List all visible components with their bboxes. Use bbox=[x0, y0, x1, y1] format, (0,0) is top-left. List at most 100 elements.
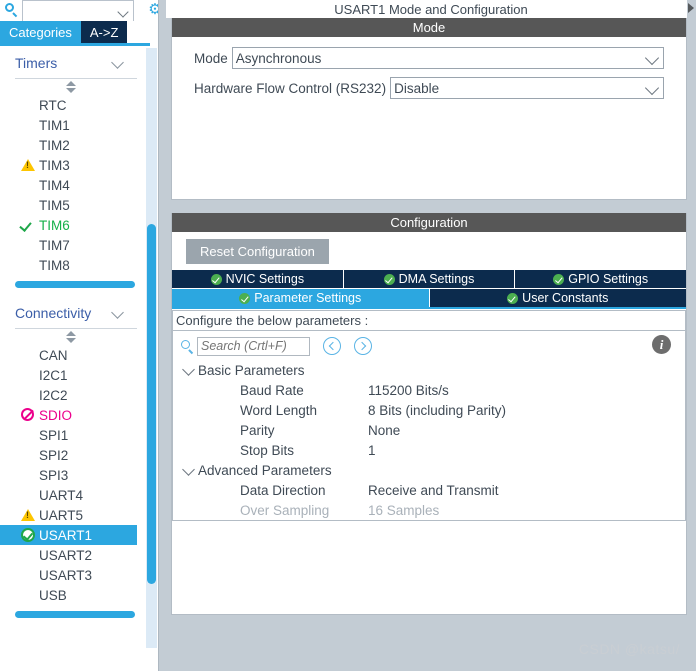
list-item[interactable]: TIM3 bbox=[0, 155, 137, 175]
field-row-hardware-flow-control: Hardware Flow Control (RS232) Disable bbox=[194, 77, 664, 99]
list-item[interactable]: TIM5 bbox=[0, 195, 137, 215]
list-item[interactable]: RTC bbox=[0, 95, 137, 115]
chevron-down-icon[interactable] bbox=[182, 463, 196, 477]
parameter-value[interactable]: 1 bbox=[368, 443, 685, 458]
reset-configuration-button[interactable]: Reset Configuration bbox=[186, 239, 329, 264]
spinner-up-icon[interactable] bbox=[66, 331, 76, 336]
list-item-label: SPI3 bbox=[39, 467, 69, 483]
list-item[interactable]: USB bbox=[0, 585, 137, 605]
chevron-down-icon[interactable] bbox=[641, 48, 663, 68]
list-item[interactable]: USART3 bbox=[0, 565, 137, 585]
parameter-name: Data Direction bbox=[240, 482, 326, 498]
parameters-search-input[interactable] bbox=[197, 336, 310, 356]
warning-triangle-icon bbox=[20, 507, 37, 523]
parameter-value[interactable]: Receive and Transmit bbox=[368, 483, 685, 498]
tab-a-to-z[interactable]: A->Z bbox=[80, 21, 128, 43]
chevron-right-circle-icon[interactable] bbox=[354, 337, 372, 355]
panel-scrollbar-edge[interactable] bbox=[687, 0, 696, 671]
status-icon-none bbox=[20, 487, 37, 503]
peripheral-search-combo[interactable] bbox=[22, 0, 134, 22]
info-icon[interactable]: i bbox=[652, 335, 671, 354]
list-item-label: TIM7 bbox=[39, 237, 70, 253]
tree-vertical-scrollbar[interactable] bbox=[146, 48, 157, 648]
chevron-left-circle-icon[interactable] bbox=[323, 337, 341, 355]
hardware-flow-control-select[interactable]: Disable bbox=[390, 77, 664, 99]
list-item[interactable]: TIM8 bbox=[0, 255, 137, 275]
chevron-down-icon[interactable] bbox=[111, 306, 125, 320]
list-item[interactable]: TIM7 bbox=[0, 235, 137, 255]
peripheral-tree: Timers RTC TIM1 TIM2 TIM3 bbox=[0, 48, 166, 671]
tab-dma-settings[interactable]: DMA Settings bbox=[343, 270, 516, 288]
search-icon bbox=[3, 2, 20, 19]
collapse-arrow-icon[interactable] bbox=[688, 3, 694, 13]
parameter-name: Baud Rate bbox=[240, 382, 304, 398]
scroll-spinner-connectivity[interactable] bbox=[0, 329, 137, 345]
list-item[interactable]: TIM6 bbox=[0, 215, 137, 235]
list-item[interactable]: SPI2 bbox=[0, 445, 137, 465]
config-tabs-row-2: Parameter Settings User Constants bbox=[172, 289, 686, 307]
group-header-connectivity[interactable]: Connectivity bbox=[0, 298, 137, 328]
parameter-group-advanced[interactable]: Advanced Parameters bbox=[173, 460, 685, 480]
parameter-value[interactable]: 8 Bits (including Parity) bbox=[368, 403, 685, 418]
tab-label: User Constants bbox=[522, 291, 609, 305]
parameter-group-basic[interactable]: Basic Parameters bbox=[173, 360, 685, 380]
spinner-down-icon[interactable] bbox=[66, 88, 76, 93]
parameter-value[interactable]: 115200 Bits/s bbox=[368, 383, 685, 398]
status-icon-none bbox=[20, 427, 37, 443]
list-item[interactable]: SPI3 bbox=[0, 465, 137, 485]
spinner-up-icon[interactable] bbox=[66, 81, 76, 86]
spinner-down-icon[interactable] bbox=[66, 338, 76, 343]
table-row[interactable]: Data Direction Receive and Transmit bbox=[173, 480, 685, 500]
peripheral-configuration-window: ⚙ Categories A->Z Timers RTC TIM1 TIM2 !… bbox=[0, 0, 696, 671]
sidebar-item-usart1[interactable]: USART1 bbox=[0, 525, 137, 545]
table-row[interactable]: Parity None bbox=[173, 420, 685, 440]
chevron-down-icon[interactable] bbox=[111, 56, 125, 70]
list-item[interactable]: I2C1 bbox=[0, 365, 137, 385]
peripheral-tree-panel: ⚙ Categories A->Z Timers RTC TIM1 TIM2 !… bbox=[0, 0, 166, 671]
status-icon-none bbox=[20, 387, 37, 403]
list-item[interactable]: USART2 bbox=[0, 545, 137, 565]
tab-categories[interactable]: Categories bbox=[0, 21, 81, 43]
chevron-down-icon[interactable] bbox=[115, 2, 133, 20]
list-item[interactable]: I2C2 bbox=[0, 385, 137, 405]
horizontal-scrollbar-timers[interactable] bbox=[15, 281, 135, 288]
list-item-label: USART3 bbox=[39, 567, 93, 583]
list-item-label: I2C2 bbox=[39, 387, 68, 403]
group-header-timers[interactable]: Timers bbox=[0, 48, 137, 78]
tab-user-constants[interactable]: User Constants bbox=[429, 289, 686, 307]
config-tabs-row-1: NVIC Settings DMA Settings GPIO Settings bbox=[172, 270, 687, 288]
list-item[interactable]: SPI1 bbox=[0, 425, 137, 445]
horizontal-scrollbar-connectivity[interactable] bbox=[15, 611, 135, 618]
table-row[interactable]: Stop Bits 1 bbox=[173, 440, 685, 460]
check-circle-icon bbox=[210, 273, 222, 285]
panel-splitter[interactable] bbox=[158, 0, 166, 671]
mode-select[interactable]: Asynchronous bbox=[231, 47, 664, 69]
list-item[interactable]: TIM1 bbox=[0, 115, 137, 135]
chevron-down-icon[interactable] bbox=[182, 363, 196, 377]
no-entry-icon bbox=[20, 407, 37, 423]
mode-section-body: Mode Asynchronous Hardware Flow Control … bbox=[172, 37, 686, 199]
table-row[interactable]: Baud Rate 115200 Bits/s bbox=[173, 380, 685, 400]
tab-gpio-settings[interactable]: GPIO Settings bbox=[515, 270, 687, 288]
reset-configuration-wrap: Reset Configuration bbox=[172, 232, 686, 270]
scroll-spinner-timers[interactable] bbox=[0, 79, 137, 95]
list-item[interactable]: TIM4 bbox=[0, 175, 137, 195]
peripheral-search-row: ⚙ bbox=[0, 0, 166, 22]
peripheral-search-input[interactable] bbox=[23, 3, 115, 18]
tab-parameter-settings[interactable]: Parameter Settings bbox=[172, 289, 430, 307]
list-item[interactable]: CAN bbox=[0, 345, 137, 365]
list-item[interactable]: SDIO bbox=[0, 405, 137, 425]
configuration-section-body: Reset Configuration NVIC Settings DMA Se… bbox=[172, 232, 687, 521]
tab-nvic-settings[interactable]: NVIC Settings bbox=[172, 270, 344, 288]
tab-label: GPIO Settings bbox=[568, 272, 649, 286]
list-item[interactable]: UART4 bbox=[0, 485, 137, 505]
list-item[interactable]: TIM2 bbox=[0, 135, 137, 155]
table-row[interactable]: Word Length 8 Bits (including Parity) bbox=[173, 400, 685, 420]
status-icon-none bbox=[20, 367, 37, 383]
parameter-value[interactable]: None bbox=[368, 423, 685, 438]
list-item[interactable]: UART5 bbox=[0, 505, 137, 525]
chevron-down-icon[interactable] bbox=[641, 78, 663, 98]
status-icon-none bbox=[20, 177, 37, 193]
parameters-toolbar: i bbox=[173, 331, 685, 359]
scrollbar-thumb[interactable] bbox=[147, 224, 156, 584]
